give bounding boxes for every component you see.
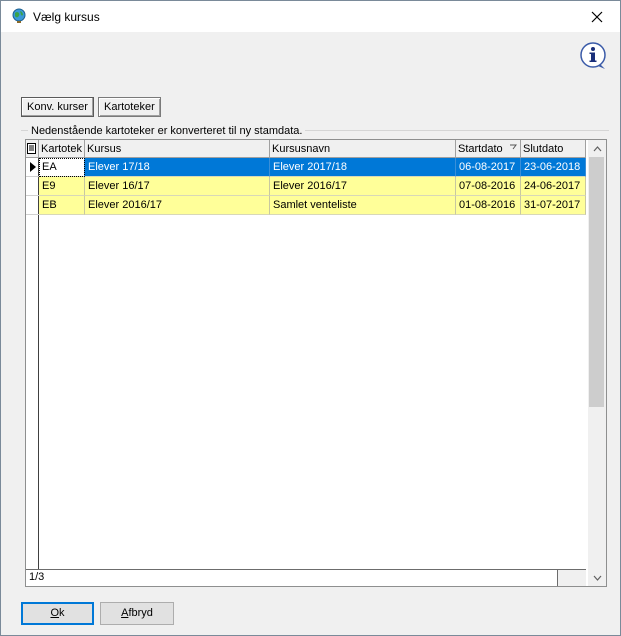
scroll-down-icon xyxy=(593,575,601,581)
cell-kartotek[interactable]: EB xyxy=(39,196,85,215)
header-slutdato[interactable]: Slutdato xyxy=(521,140,586,158)
grid-corner-icon xyxy=(27,143,36,154)
cell-startdato[interactable]: 01-08-2016 xyxy=(456,196,521,215)
table-row[interactable]: E9 Elever 16/17 Elever 2016/17 07-08-201… xyxy=(39,177,586,196)
close-button[interactable] xyxy=(574,1,620,32)
group-caption: Nedenstående kartoteker er konverteret t… xyxy=(28,125,306,137)
cell-kursus[interactable]: Elever 17/18 xyxy=(85,158,270,177)
header-kursus[interactable]: Kursus xyxy=(85,140,270,158)
cell-startdato[interactable]: 06-08-2017 xyxy=(456,158,521,177)
header-startdato[interactable]: Startdato xyxy=(456,140,521,158)
scroll-thumb[interactable] xyxy=(589,157,604,407)
table-row[interactable]: EB Elever 2016/17 Samlet venteliste 01-0… xyxy=(39,196,586,215)
cell-kartotek[interactable]: EA xyxy=(39,158,85,177)
tab-kartoteker[interactable]: Kartoteker xyxy=(98,97,161,117)
row-pointer-icon xyxy=(30,162,36,172)
cell-kursus[interactable]: Elever 16/17 xyxy=(85,177,270,196)
sort-indicator-icon xyxy=(510,144,517,150)
window-title: Vælg kursus xyxy=(33,10,100,24)
grid-header: Kartotek Kursus Kursusnavn Startdato Slu… xyxy=(26,140,586,158)
header-kartotek[interactable]: Kartotek xyxy=(39,140,85,158)
info-icon[interactable] xyxy=(578,41,608,71)
row-indicator[interactable] xyxy=(26,177,39,196)
cell-slutdato[interactable]: 24-06-2017 xyxy=(521,177,586,196)
scroll-up-icon xyxy=(593,145,601,151)
table-row[interactable]: EA Elever 17/18 Elever 2017/18 06-08-201… xyxy=(39,158,586,177)
row-indicator[interactable] xyxy=(26,196,39,215)
scroll-up-button[interactable] xyxy=(588,140,606,157)
globe-app-icon xyxy=(12,8,26,23)
row-indicator[interactable] xyxy=(26,158,39,177)
cell-slutdato[interactable]: 23-06-2018 xyxy=(521,158,586,177)
dialog-window: Vælg kursus Konv. kurser Kartoteker Nede… xyxy=(0,0,621,636)
close-icon xyxy=(591,11,603,22)
ok-label-post: k xyxy=(59,607,65,619)
cell-startdato[interactable]: 07-08-2016 xyxy=(456,177,521,196)
title-bar: Vælg kursus xyxy=(1,1,620,32)
cell-kursusnavn[interactable]: Samlet venteliste xyxy=(270,196,456,215)
record-counter: 1/3 xyxy=(26,569,586,586)
cell-kartotek[interactable]: E9 xyxy=(39,177,85,196)
ok-label-mnemonic: O xyxy=(50,607,60,619)
header-startdato-label: Startdato xyxy=(458,143,503,155)
header-selector-cell[interactable] xyxy=(26,140,39,158)
tab-konv-kurser[interactable]: Konv. kurser xyxy=(21,97,94,117)
cancel-button[interactable]: Afbryd xyxy=(100,602,174,625)
cell-kursusnavn[interactable]: Elever 2016/17 xyxy=(270,177,456,196)
row-indicator-column xyxy=(26,158,39,569)
status-corner xyxy=(557,569,586,586)
cell-slutdato[interactable]: 31-07-2017 xyxy=(521,196,586,215)
header-kursusnavn[interactable]: Kursusnavn xyxy=(270,140,456,158)
cell-kursus[interactable]: Elever 2016/17 xyxy=(85,196,270,215)
course-grid[interactable]: Kartotek Kursus Kursusnavn Startdato Slu… xyxy=(25,139,607,587)
vertical-scrollbar[interactable] xyxy=(588,140,606,586)
cell-kursusnavn[interactable]: Elever 2017/18 xyxy=(270,158,456,177)
ok-button[interactable]: Ok xyxy=(21,602,94,625)
cancel-label-post: fbryd xyxy=(128,607,153,619)
scroll-down-button[interactable] xyxy=(588,569,606,586)
